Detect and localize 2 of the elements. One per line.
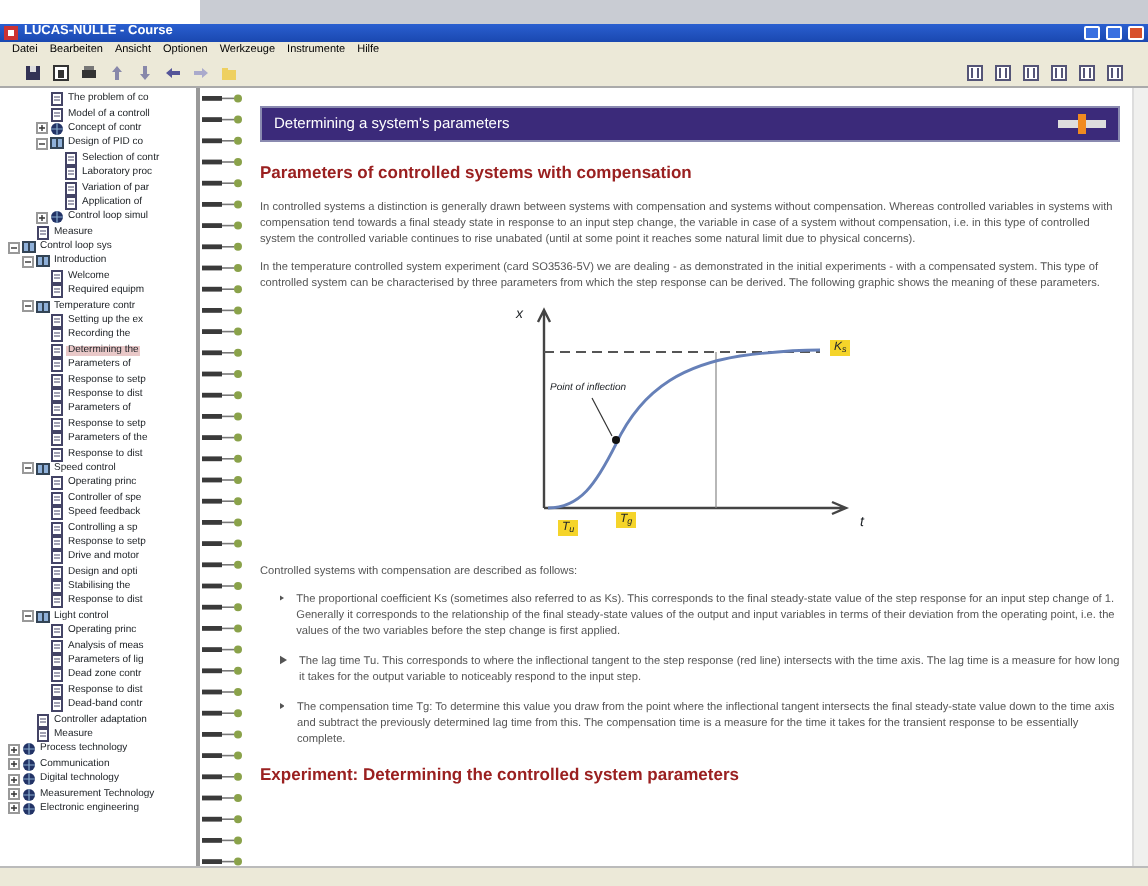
section-heading: Experiment: Determining the controlled system parameters — [260, 761, 741, 787]
section-heading: Parameters of controlled systems with compensation — [260, 160, 694, 186]
